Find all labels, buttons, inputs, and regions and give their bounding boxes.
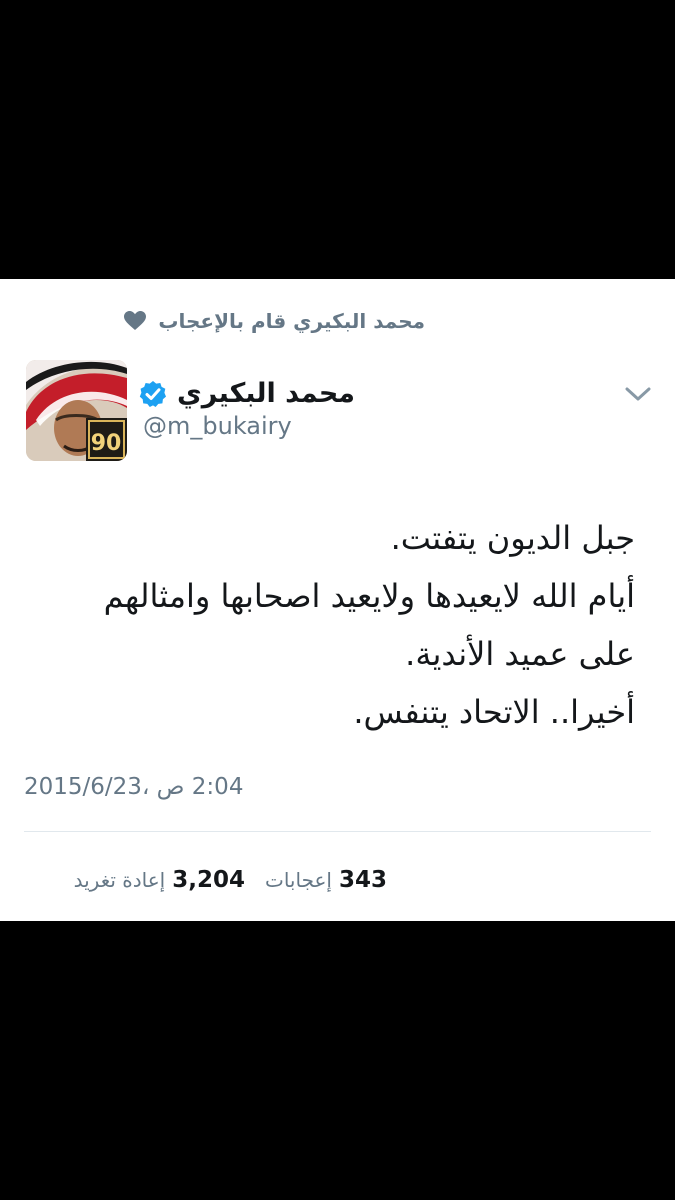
chevron-down-icon[interactable] (625, 386, 651, 402)
user-handle[interactable]: @m_bukairy (143, 412, 292, 440)
divider (24, 831, 651, 832)
verified-badge-icon (139, 380, 167, 408)
tweet-timestamp[interactable]: 2:04 ص ،2015/6/23 (24, 774, 243, 800)
tweet-text: جبل الديون يتفتت. أيام الله لايعيدها ولا… (35, 509, 635, 741)
retweets-count[interactable]: 3,204 (172, 867, 245, 893)
tweet-line: جبل الديون يتفتت. (390, 519, 635, 557)
screen: محمد البكيري قام بالإعجاب 90 محمد البكير… (0, 0, 675, 1200)
tweet-card[interactable]: محمد البكيري قام بالإعجاب 90 محمد البكير… (0, 279, 675, 921)
retweets-label[interactable]: إعادة تغريد (74, 868, 166, 892)
heart-icon (124, 311, 147, 331)
like-context: محمد البكيري قام بالإعجاب (124, 309, 425, 333)
tweet-stats: 343 إعجابات 3,204 إعادة تغريد (74, 867, 387, 893)
avatar[interactable]: 90 (26, 360, 127, 461)
tweet-line: أخيرا.. الاتحاد يتنفس. (353, 693, 635, 731)
author-name-row[interactable]: محمد البكيري (139, 378, 355, 409)
tweet-line: أيام الله لايعيدها ولايعيد اصحابها وامثا… (103, 577, 635, 615)
retweets-stat[interactable]: 3,204 إعادة تغريد (74, 867, 245, 893)
avatar-badge-text: 90 (91, 431, 122, 456)
display-name[interactable]: محمد البكيري (177, 378, 355, 409)
likes-stat[interactable]: 343 إعجابات (265, 867, 387, 893)
likes-label[interactable]: إعجابات (265, 868, 332, 892)
likes-count[interactable]: 343 (339, 867, 387, 893)
like-context-label: محمد البكيري قام بالإعجاب (158, 309, 425, 333)
tweet-line: على عميد الأندية. (405, 635, 635, 673)
